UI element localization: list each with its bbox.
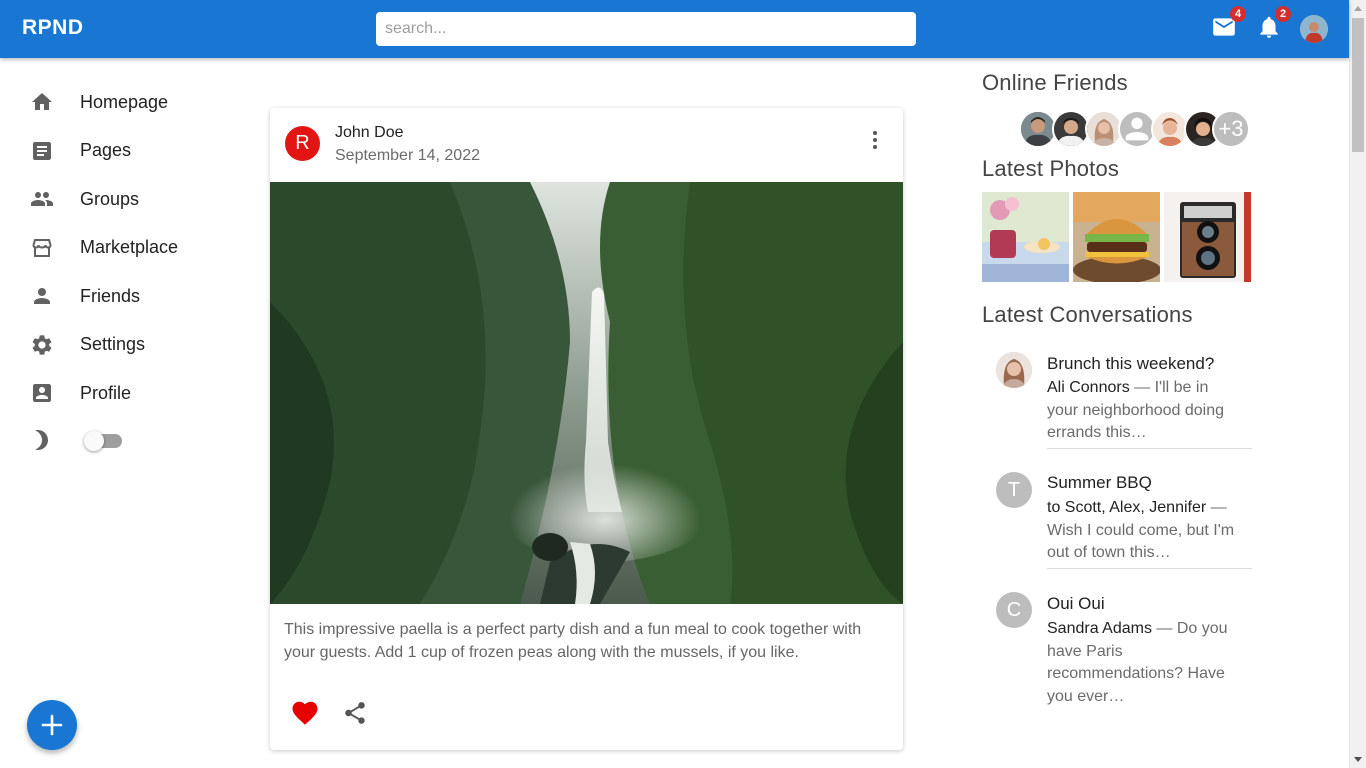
groups-icon [31,192,53,207]
online-friends-title: Online Friends [982,70,1128,95]
sidebar-item-label: Groups [80,188,140,209]
scroll-up-arrow-icon[interactable] [1354,6,1362,11]
conversation-sender: to Scott, Alex, Jennifer [1047,499,1207,516]
sidebar-item-marketplace[interactable]: Marketplace [0,224,240,273]
home-icon [32,93,52,111]
conversation-item[interactable]: T Summer BBQ to Scott, Alex, Jennifer — … [982,454,1252,574]
conversation-preview: Sandra Adams — Do you have Paris recomme… [1047,618,1243,708]
post-date: September 14, 2022 [335,147,480,164]
conversation-title: Oui Oui [1047,594,1105,613]
conversation-item[interactable]: Brunch this weekend? Ali Connors — I'll … [982,334,1252,454]
latest-photo[interactable] [982,192,1069,282]
sidebar-item-pages[interactable]: Pages [0,127,240,176]
conversation-preview: to Scott, Alex, Jennifer — Wish I could … [1047,497,1243,565]
sidebar-item-groups[interactable]: Groups [0,175,240,224]
sidebar-item-homepage[interactable]: Homepage [0,78,240,127]
mail-button[interactable]: 4 [1211,6,1246,42]
post-author-name: John Doe [335,124,404,141]
dark-mode-toggle[interactable] [84,430,122,451]
sidebar-item-label: Profile [80,382,132,403]
more-friends-count[interactable]: +3 [1212,110,1250,148]
mail-badge: 4 [1230,6,1246,22]
scrollbar-thumb[interactable] [1352,18,1364,152]
sidebar-item-label: Marketplace [80,237,179,258]
storefront-icon [32,238,52,257]
account-box-icon [33,384,51,403]
notifications-badge: 2 [1275,6,1291,22]
article-icon [33,141,51,160]
latest-photo[interactable] [1164,192,1251,282]
dark-mode-row [0,418,240,466]
person-icon [1125,117,1149,141]
online-friends-avatars: +3 [982,100,1252,148]
app-logo[interactable]: RPND [22,16,84,40]
person-icon [34,288,50,305]
sidebar-item-label: Settings [80,334,146,355]
add-post-button[interactable] [27,700,77,750]
conversation-divider [1047,448,1252,449]
search-input[interactable] [376,12,916,46]
conversation-sender: Ali Connors [1047,379,1130,396]
scroll-down-arrow-icon[interactable] [1354,757,1362,762]
conversation-preview: Ali Connors — I'll be in your neighborho… [1047,377,1243,445]
latest-photos-title: Latest Photos [982,156,1120,181]
conversation-item[interactable]: C Oui Oui Sandra Adams — Do you have Par… [982,574,1252,714]
right-sidebar: Online Friends +3 Latest Photos Latest C… [982,70,1252,714]
toggle-thumb [84,430,104,451]
conversation-avatar: T [996,472,1032,508]
conversation-sender: Sandra Adams [1047,620,1152,637]
post-image [270,182,903,604]
notifications-button[interactable]: 2 [1256,6,1291,42]
top-app-bar: RPND 4 2 [0,0,1349,58]
page-scrollbar[interactable] [1349,0,1366,768]
conversation-avatar [996,352,1032,388]
latest-photos-grid [982,192,1252,282]
conversation-title: Summer BBQ [1047,473,1152,492]
heart-icon[interactable] [290,698,320,728]
sidebar-item-friends[interactable]: Friends [0,272,240,321]
user-avatar[interactable] [1300,15,1328,43]
moon-icon [35,429,48,450]
latest-conversations-title: Latest Conversations [982,302,1193,327]
sidebar-item-label: Friends [80,285,141,306]
more-vert-icon[interactable] [866,128,884,152]
latest-photo[interactable] [1073,192,1160,282]
sidebar-item-label: Homepage [80,91,169,112]
plus-icon [41,714,63,736]
sidebar-item-settings[interactable]: Settings [0,321,240,370]
post-text: This impressive paella is a perfect part… [284,621,862,661]
share-icon[interactable] [342,700,368,726]
conversation-title: Brunch this weekend? [1047,354,1215,373]
sidebar: Homepage Pages Groups Marketplace Friend… [0,78,240,466]
sidebar-item-profile[interactable]: Profile [0,369,240,418]
sidebar-item-label: Pages [80,140,132,161]
gear-icon [32,335,52,355]
post-card: R John Doe September 14, 2022 This impre… [270,108,903,750]
post-author-avatar[interactable]: R [285,126,320,161]
conversation-divider [1047,568,1252,569]
conversation-avatar: C [996,592,1032,628]
